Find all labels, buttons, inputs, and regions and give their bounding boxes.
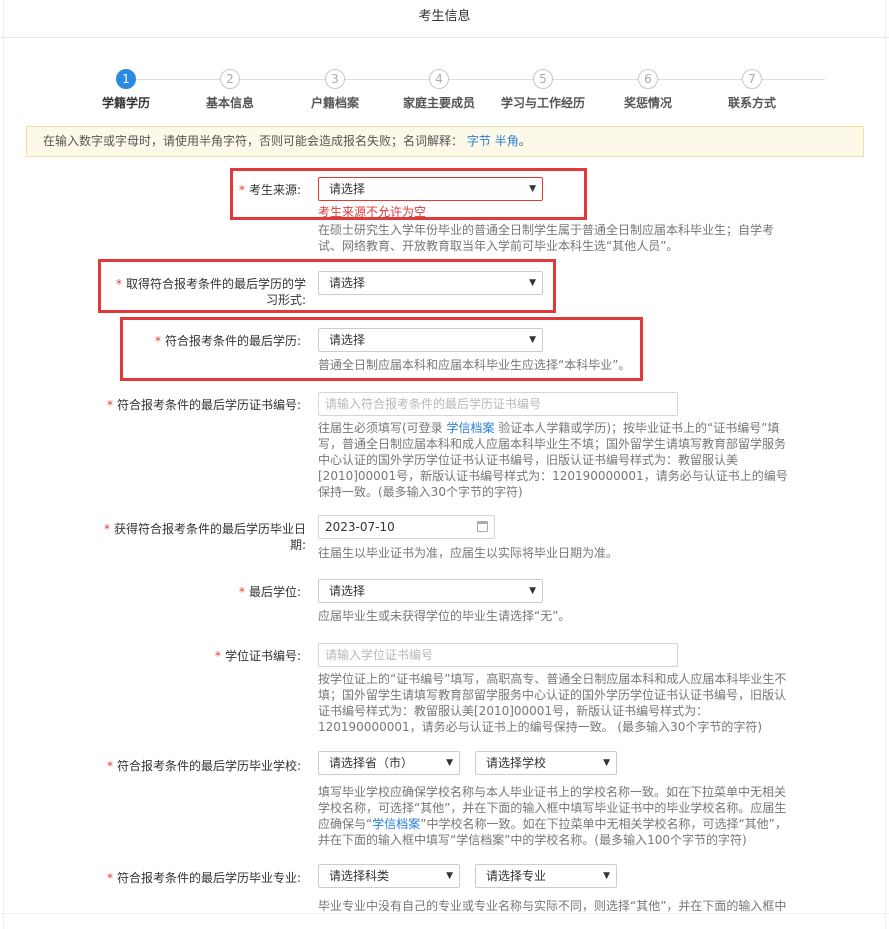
province-select[interactable]: 请选择省（市） ▼: [318, 751, 460, 775]
last-degree-select[interactable]: 请选择 ▼: [318, 328, 543, 352]
school-label: * 符合报考条件的最后学历毕业学校:: [107, 758, 301, 774]
school-select-value: 请选择学校: [486, 756, 547, 770]
xuexin-link[interactable]: 学信档案: [372, 817, 420, 831]
cert-no-hint-a: 往届生必须填写(可登录: [318, 421, 447, 435]
notice-link-byte[interactable]: 字节: [467, 134, 491, 148]
grad-date-label-text: 获得符合报考条件的最后学历毕业日期:: [113, 522, 306, 552]
step-6[interactable]: 6 奖惩情况: [593, 69, 703, 111]
major-label: * 符合报考条件的最后学历毕业专业:: [107, 870, 301, 886]
step-1[interactable]: 1 学籍学历: [71, 69, 181, 111]
grad-date-hint: 往届生以毕业证书为准，应届生以实际将毕业日期为准。: [318, 546, 619, 560]
step-label: 学籍学历: [101, 96, 150, 110]
cert-no-hint: 往届生必须填写(可登录 学信档案 验证本人学籍或学历)；按毕业证书上的“证书编号…: [318, 420, 788, 500]
step-number: 3: [325, 69, 345, 89]
step-5[interactable]: 5 学习与工作经历: [488, 69, 598, 111]
source-select-value: 请选择: [329, 182, 366, 196]
source-error: 考生来源不允许为空: [318, 205, 427, 219]
source-label: * 考生来源:: [239, 182, 301, 198]
category-select[interactable]: 请选择科类 ▼: [318, 864, 460, 888]
notice-banner: 在输入数字或字母时，请使用半角字符，否则可能会造成报名失败；名词解释： 字节 半…: [26, 126, 864, 157]
notice-link-halfwidth[interactable]: 半角: [495, 134, 519, 148]
source-label-text: 考生来源:: [248, 183, 301, 197]
source-hint: 在硕士研究生入学年份毕业的普通全日制学生属于普通全日制应届本科毕业生；自学考试、…: [318, 223, 775, 253]
major-label-text: 符合报考条件的最后学历毕业专业:: [116, 871, 301, 885]
required-mark: *: [238, 585, 245, 599]
required-mark: *: [154, 334, 161, 348]
degree-cert-label: * 学位证书编号:: [215, 648, 301, 664]
grad-date-value: 2023-07-10: [325, 520, 395, 534]
last-degree-label: * 符合报考条件的最后学历:: [155, 333, 301, 349]
category-select-value: 请选择科类: [329, 869, 390, 883]
step-label: 家庭主要成员: [402, 96, 475, 110]
required-mark: *: [103, 522, 110, 536]
xuexin-link[interactable]: 学信档案: [447, 421, 495, 435]
cert-no-label: * 符合报考条件的最后学历证书编号:: [107, 397, 301, 413]
chevron-down-icon: ▼: [446, 758, 453, 768]
step-label: 学习与工作经历: [500, 96, 585, 110]
degree-cert-input[interactable]: 请输入学位证书编号: [318, 643, 678, 667]
degree-select-value: 请选择: [329, 584, 366, 598]
step-number: 2: [220, 69, 240, 89]
degree-label: * 最后学位:: [239, 584, 301, 600]
chevron-down-icon: ▼: [603, 871, 610, 881]
required-mark: *: [106, 759, 113, 773]
step-7[interactable]: 7 联系方式: [697, 69, 807, 111]
major-select[interactable]: 请选择专业 ▼: [475, 864, 617, 888]
calendar-icon[interactable]: [477, 521, 488, 532]
step-number: 6: [638, 69, 658, 89]
major-select-value: 请选择专业: [486, 869, 547, 883]
required-mark: *: [106, 871, 113, 885]
stepper: 1 学籍学历 2 基本信息 3 户籍档案 4 家庭主要成员 5 学习与工作经历 …: [0, 69, 889, 113]
degree-label-text: 最后学位:: [248, 585, 301, 599]
last-degree-hint: 普通全日制应届本科和应届本科毕业生应选择“本科毕业”。: [318, 358, 631, 372]
chevron-down-icon: ▼: [529, 184, 536, 194]
page-title: 考生信息: [0, 0, 889, 38]
chevron-down-icon: ▼: [446, 871, 453, 881]
cert-no-input[interactable]: 请输入符合报考条件的最后学历证书编号: [318, 392, 678, 416]
chevron-down-icon: ▼: [529, 586, 536, 596]
grad-date-input[interactable]: 2023-07-10: [318, 515, 495, 539]
required-mark: *: [115, 277, 122, 291]
step-2[interactable]: 2 基本信息: [175, 69, 285, 111]
study-form-label-text: 取得符合报考条件的最后学历的学习形式:: [125, 277, 306, 307]
notice-text: 在输入数字或字母时，请使用半角字符，否则可能会造成报名失败；名词解释：: [43, 134, 464, 148]
province-select-value: 请选择省（市）: [329, 756, 414, 770]
step-label: 联系方式: [727, 96, 776, 110]
study-form-select-value: 请选择: [329, 276, 366, 290]
step-number: 7: [742, 69, 762, 89]
chevron-down-icon: ▼: [529, 335, 536, 345]
school-select[interactable]: 请选择学校 ▼: [475, 751, 617, 775]
step-number: 5: [533, 69, 553, 89]
step-label: 奖惩情况: [623, 96, 672, 110]
step-label: 户籍档案: [310, 96, 359, 110]
grad-date-label: * 获得符合报考条件的最后学历毕业日期:: [101, 521, 306, 553]
step-label: 基本信息: [205, 96, 254, 110]
source-select[interactable]: 请选择 ▼: [318, 177, 543, 201]
last-degree-select-value: 请选择: [329, 333, 366, 347]
degree-cert-hint: 按学位证上的“证书编号”填写，高职高专、普通全日制应届本科和成人应届本科毕业生不…: [318, 672, 787, 734]
step-3[interactable]: 3 户籍档案: [280, 69, 390, 111]
bottom-divider: [0, 913, 889, 914]
step-4[interactable]: 4 家庭主要成员: [384, 69, 494, 111]
step-number: 1: [116, 69, 136, 89]
required-mark: *: [238, 183, 245, 197]
step-number: 4: [429, 69, 449, 89]
last-degree-label-text: 符合报考条件的最后学历:: [164, 334, 301, 348]
study-form-select[interactable]: 请选择 ▼: [318, 271, 543, 295]
degree-hint: 应届毕业生或未获得学位的毕业生请选择“无”。: [318, 609, 571, 623]
study-form-label: * 取得符合报考条件的最后学历的学习形式:: [106, 276, 306, 308]
degree-cert-label-text: 学位证书编号:: [224, 649, 301, 663]
school-label-text: 符合报考条件的最后学历毕业学校:: [116, 759, 301, 773]
chevron-down-icon: ▼: [603, 758, 610, 768]
school-hint: 填写毕业学校应确保学校名称与本人毕业证书上的学校名称一致。如在下拉菜单中无相关学…: [318, 784, 788, 848]
chevron-down-icon: ▼: [529, 278, 536, 288]
required-mark: *: [214, 649, 221, 663]
required-mark: *: [106, 398, 113, 412]
notice-end: 。: [518, 134, 531, 148]
degree-select[interactable]: 请选择 ▼: [318, 579, 543, 603]
cert-no-label-text: 符合报考条件的最后学历证书编号:: [116, 398, 301, 412]
major-hint: 毕业专业中没有自己的专业或专业名称与实际不同，则选择“其他”，并在下面的输入框中: [318, 899, 787, 912]
